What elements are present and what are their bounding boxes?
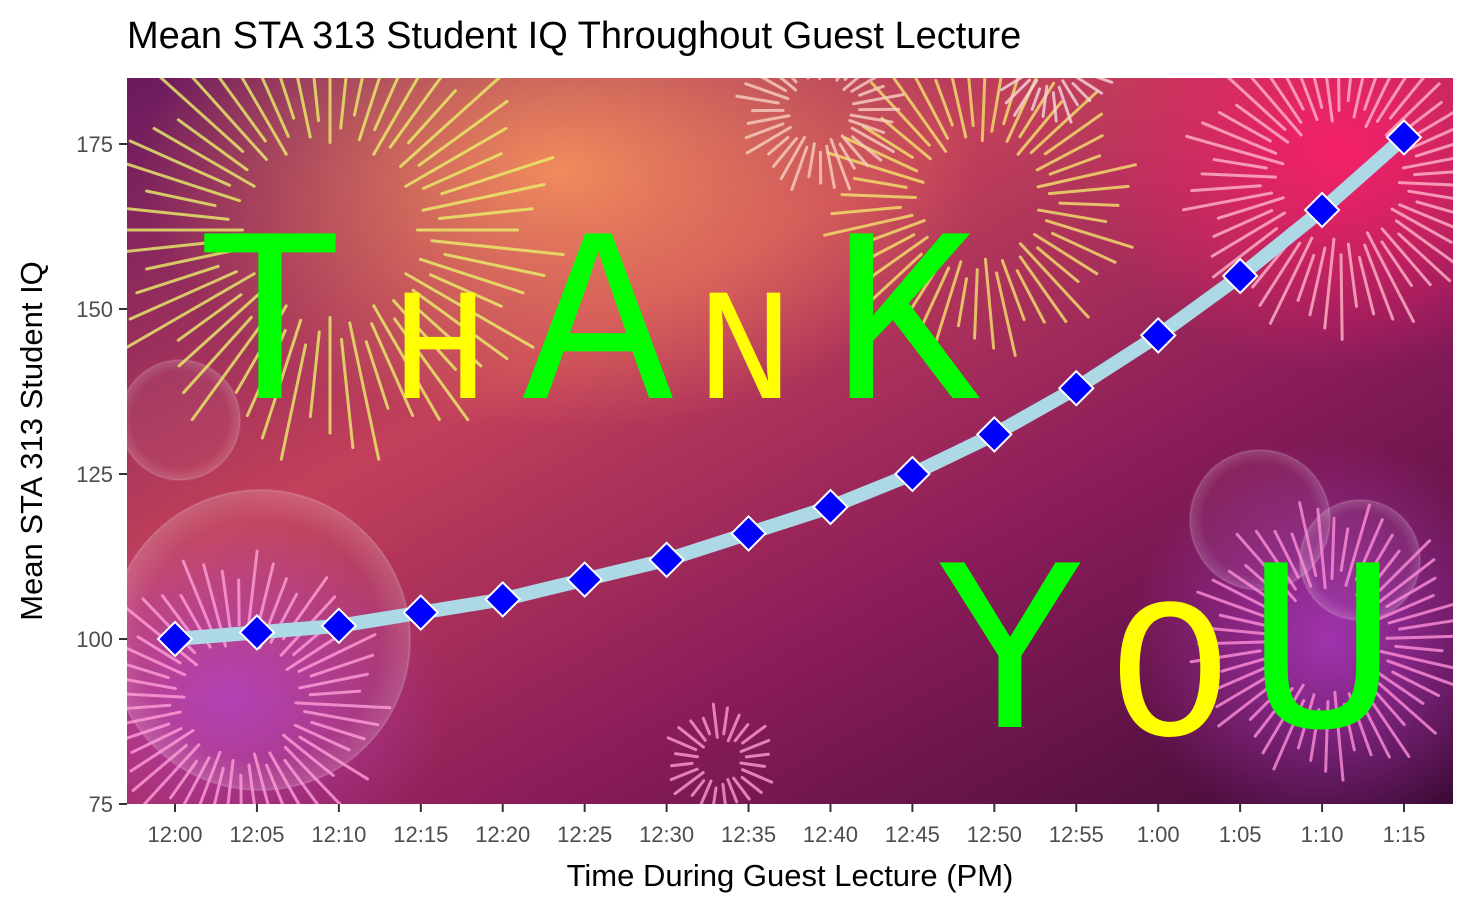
overlay-letter-t: T [195,191,345,474]
x-tick-label: 12:15 [393,822,448,847]
firework-ray [1074,26,1105,45]
overlay-letter-u: U [1247,520,1397,803]
x-tick-label: 12:05 [229,822,284,847]
y-tick-label: 100 [76,627,113,652]
firework-ray [1045,8,1047,32]
chart-title: Mean STA 313 Student IQ Throughout Guest… [127,15,1021,57]
firework-ray [1081,40,1108,49]
x-tick-label: 12:45 [885,822,940,847]
firework-ray [999,78,1002,79]
firework-ray [1054,0,1058,27]
y-tick-label: 125 [76,462,113,487]
x-tick-label: 12:50 [967,822,1022,847]
firework-ray [1081,64,1103,67]
y-tick-label: 175 [76,132,113,157]
x-tick-label: 1:15 [1383,822,1426,847]
firework-ray [1032,6,1042,37]
y-axis-label: Mean STA 313 Student IQ [14,261,49,621]
overlay-letter-a: A [523,191,673,474]
x-tick-label: 1:05 [1219,822,1262,847]
firework-ray [1337,78,1341,112]
x-tick-label: 12:25 [557,822,612,847]
x-tick-label: 12:30 [639,822,694,847]
y-tick-label: 150 [76,297,113,322]
overlay-letter-n: N [697,266,793,447]
x-tick-label: 12:10 [311,822,366,847]
firework-ray [1068,23,1088,43]
x-tick-label: 1:10 [1301,822,1344,847]
y-tick-label: 75 [89,792,113,817]
x-tick-label: 1:00 [1137,822,1180,847]
x-tick-label: 12:00 [147,822,202,847]
overlay-letter-k: K [830,191,980,474]
x-tick-label: 12:40 [803,822,858,847]
firework-ray [1067,12,1081,34]
overlay-letter-y: Y [935,520,1085,803]
firework-ray [1059,2,1071,35]
overlay-letter-o: O [1110,569,1230,796]
line-chart: Mean STA 313 Student IQ Throughout Guest… [14,0,1453,893]
firework-ray [1076,54,1106,57]
x-tick-label: 12:35 [721,822,776,847]
overlay-letter-h: H [392,266,488,447]
x-axis-label: Time During Guest Lecture (PM) [567,858,1014,893]
y-axis: 75 100 125 150 175 [76,132,127,817]
x-tick-label: 12:20 [475,822,530,847]
x-axis: 12:00 12:05 12:10 12:15 12:20 12:25 12:30 12:35… [147,804,1425,847]
x-tick-label: 12:55 [1049,822,1104,847]
firework-ray [985,63,1020,67]
firework-ray [1339,253,1344,341]
